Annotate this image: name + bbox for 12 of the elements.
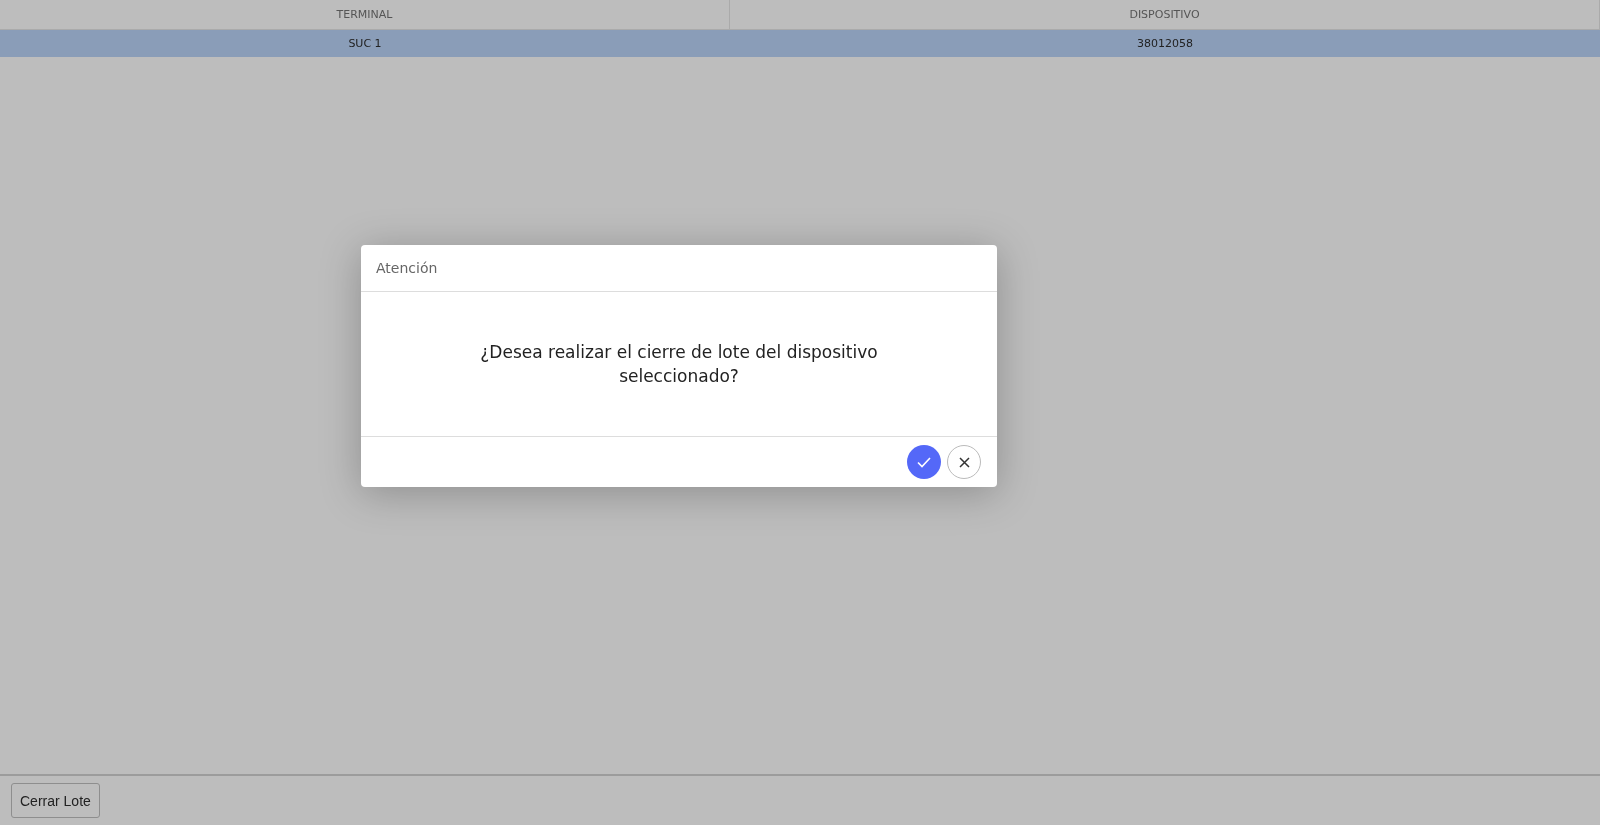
confirm-button[interactable] [907, 445, 941, 479]
check-icon [917, 456, 931, 468]
column-header[interactable]: DISPOSITIVO [730, 0, 1600, 29]
column-header[interactable]: TERMINAL [0, 0, 730, 29]
table-row[interactable]: SUC 1 38012058 [0, 30, 1600, 57]
close-icon [958, 456, 970, 468]
dialog-message: ¿Desea realizar el cierre de lote del dispositivo seleccionado? [479, 341, 879, 388]
dialog-title: Atención [376, 260, 438, 276]
table-cell-text: 38012058 [1136, 36, 1194, 52]
table-cell-text: SUC 1 [347, 36, 383, 52]
cancel-button[interactable] [947, 445, 981, 479]
close-batch-button[interactable]: Cerrar Lote [11, 783, 100, 818]
